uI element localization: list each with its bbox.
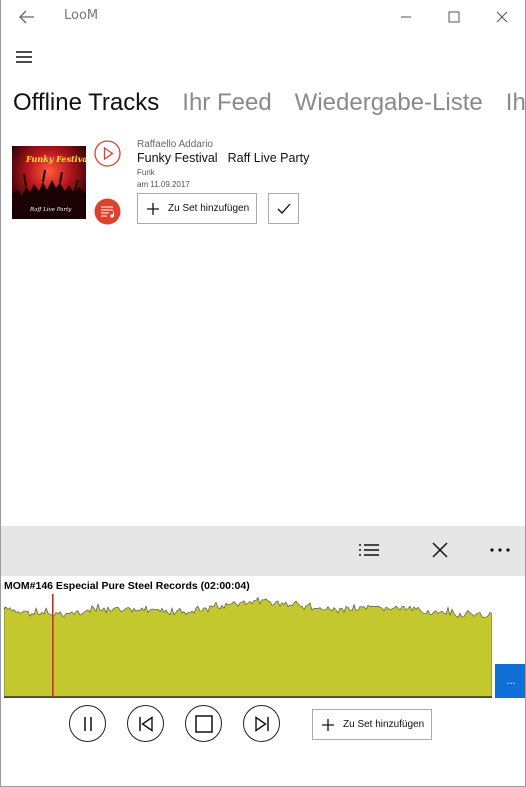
track-title-line: Funky Festival Raff Live Party bbox=[137, 151, 309, 165]
side-more-button[interactable]: ... bbox=[495, 664, 525, 698]
pause-icon bbox=[83, 716, 92, 731]
plus-icon bbox=[147, 202, 159, 215]
add-to-set-label: Zu Set hinzufügen bbox=[168, 203, 250, 214]
close-player-icon[interactable] bbox=[426, 538, 454, 562]
tab-ih[interactable]: Ih bbox=[506, 86, 525, 120]
cover-text-top: Funky Festival bbox=[26, 154, 86, 164]
more-icon[interactable] bbox=[486, 538, 514, 562]
player-add-to-set-button[interactable]: Zu Set hinzufügen bbox=[312, 709, 432, 740]
pivot-tabs: Offline Tracks Ihr Feed Wiedergabe-Liste… bbox=[13, 86, 525, 120]
app-window: LooM Offline Tracks Ihr Feed Wiedergabe-… bbox=[0, 0, 526, 787]
next-track-icon bbox=[254, 715, 269, 732]
checkmark-icon bbox=[277, 203, 290, 214]
cover-text-bottom: Raff Live Party bbox=[30, 207, 72, 213]
list-icon[interactable] bbox=[355, 538, 383, 562]
track-date: am 11.09.2017 bbox=[137, 180, 190, 189]
previous-track-icon bbox=[138, 715, 153, 732]
previous-button[interactable] bbox=[127, 705, 164, 742]
add-to-set-button[interactable]: Zu Set hinzufügen bbox=[137, 193, 257, 224]
album-cover[interactable]: Funky Festival Raff Live Party bbox=[12, 146, 86, 219]
plus-icon bbox=[322, 718, 334, 731]
stop-icon bbox=[194, 714, 213, 733]
track-genre: Funk bbox=[137, 168, 155, 177]
title-bar: LooM bbox=[1, 0, 525, 32]
back-arrow-icon[interactable] bbox=[13, 6, 41, 28]
player-add-to-set-label: Zu Set hinzufügen bbox=[343, 719, 425, 730]
now-playing-title: MOM#146 Especial Pure Steel Records (02:… bbox=[4, 580, 250, 592]
playlist-icon[interactable] bbox=[94, 198, 121, 225]
next-button[interactable] bbox=[243, 705, 280, 742]
maximize-icon[interactable] bbox=[431, 4, 477, 30]
hamburger-menu-icon[interactable] bbox=[13, 48, 35, 66]
minimize-icon[interactable] bbox=[383, 4, 429, 30]
play-circle-icon[interactable] bbox=[94, 140, 121, 167]
track-album[interactable]: Raff Live Party bbox=[228, 151, 310, 165]
check-button[interactable] bbox=[268, 193, 299, 224]
stop-button[interactable] bbox=[185, 705, 222, 742]
app-title: LooM bbox=[64, 8, 99, 23]
pause-button[interactable] bbox=[69, 705, 106, 742]
tab-offline-tracks[interactable]: Offline Tracks bbox=[13, 86, 159, 120]
waveform-fill bbox=[4, 596, 492, 698]
track-artist: Raffaello Addario bbox=[137, 139, 213, 150]
tab-ihr-feed[interactable]: Ihr Feed bbox=[182, 86, 271, 120]
close-icon[interactable] bbox=[479, 4, 525, 30]
waveform[interactable] bbox=[4, 594, 492, 698]
player-toolbar bbox=[1, 526, 525, 576]
track-title[interactable]: Funky Festival bbox=[137, 151, 218, 165]
tab-wiedergabe-liste[interactable]: Wiedergabe-Liste bbox=[295, 86, 483, 120]
